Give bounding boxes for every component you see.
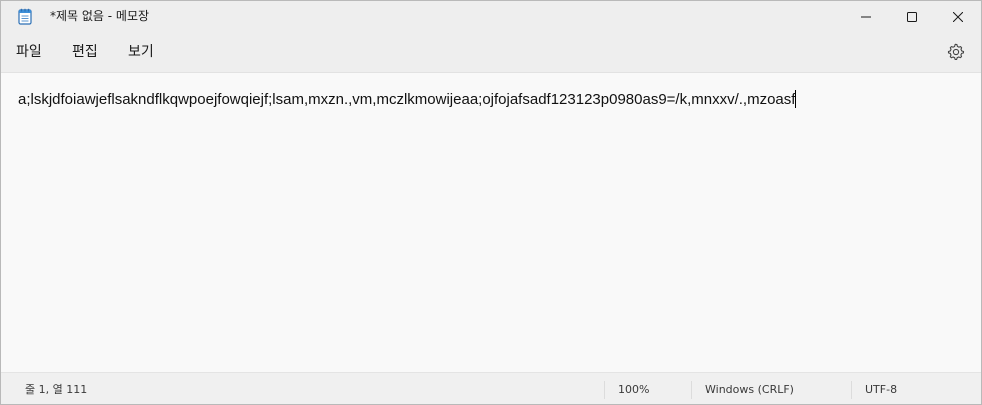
editor-text: a;lskjdfoiawjeflsakndflkqwpoejfowqiejf;l… <box>18 91 796 108</box>
zoom-level[interactable]: 100% <box>618 383 649 397</box>
close-button[interactable] <box>935 1 981 31</box>
gear-icon[interactable] <box>947 43 965 61</box>
minimize-icon <box>861 7 871 26</box>
text-editor[interactable]: a;lskjdfoiawjeflsakndflkqwpoejfowqiejf;l… <box>1 73 981 372</box>
status-divider <box>851 381 852 399</box>
menu-edit[interactable]: 편집 <box>72 43 98 61</box>
editor-content-line[interactable]: a;lskjdfoiawjeflsakndflkqwpoejfowqiejf;l… <box>18 90 797 110</box>
encoding[interactable]: UTF-8 <box>865 383 897 397</box>
window-title: *제목 없음 - 메모장 <box>50 9 150 23</box>
maximize-icon <box>907 7 917 26</box>
cursor-position: 줄 1, 열 111 <box>25 383 88 396</box>
minimize-button[interactable] <box>843 1 889 31</box>
title-bar[interactable]: *제목 없음 - 메모장 <box>1 1 981 31</box>
maximize-button[interactable] <box>889 1 935 31</box>
close-icon <box>952 7 964 26</box>
text-caret <box>795 90 797 108</box>
menu-file[interactable]: 파일 <box>16 43 42 61</box>
status-divider <box>691 381 692 399</box>
status-bar: 줄 1, 열 111 100% Windows (CRLF) UTF-8 <box>1 372 981 404</box>
menu-bar: 파일 편집 보기 <box>1 31 981 73</box>
notepad-window: *제목 없음 - 메모장 파일 편집 보기 a;lskjdfoiawjeflsa… <box>0 0 982 405</box>
line-ending[interactable]: Windows (CRLF) <box>705 383 794 397</box>
menu-view[interactable]: 보기 <box>128 43 154 61</box>
notepad-icon <box>18 8 32 25</box>
status-divider <box>604 381 605 399</box>
